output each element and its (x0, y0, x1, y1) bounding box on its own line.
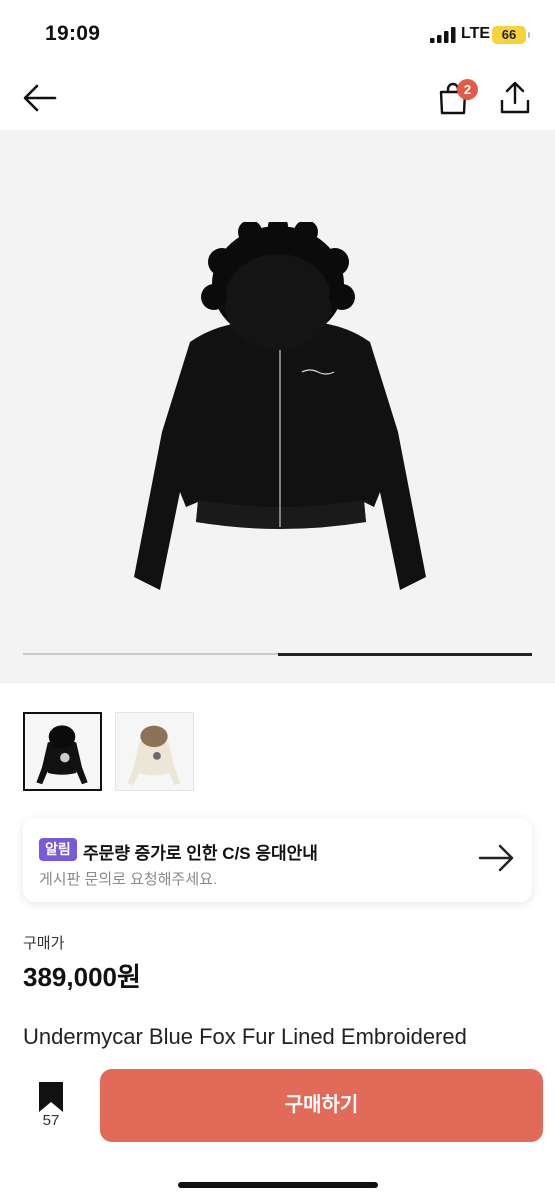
share-icon[interactable] (499, 81, 531, 115)
battery-indicator: 66 (492, 26, 530, 44)
product-title: Undermycar Blue Fox Fur Lined Embroidere… (23, 1024, 467, 1049)
status-time: 19:09 (45, 22, 101, 45)
buy-button[interactable]: 구매하기 (100, 1069, 543, 1142)
thumbnail-cream-jacket[interactable] (115, 712, 194, 791)
network-label: LTE (461, 25, 491, 42)
status-bar: 19:09 LTE 66 (0, 0, 555, 66)
bookmark-count: 57 (42, 1112, 60, 1129)
bottom-action-bar: 57 구매하기 (0, 1056, 555, 1200)
product-image (134, 222, 426, 590)
price-label: 구매가 (23, 935, 65, 952)
gallery-progress-fill (277, 652, 532, 656)
jacket-thumbnail-image (116, 713, 193, 790)
jacket-thumbnail-image (25, 714, 100, 789)
gallery-progress-bar (23, 652, 532, 656)
home-indicator (178, 1182, 378, 1188)
cart-count-badge: 2 (457, 79, 478, 100)
signal-icon (430, 27, 456, 43)
notice-title: 주문량 증가로 인한 C/S 응대안내 (83, 844, 318, 863)
top-nav: 2 (0, 66, 555, 130)
arrow-left-icon[interactable] (22, 82, 58, 114)
notice-card[interactable]: 알림 주문량 증가로 인한 C/S 응대안내 게시판 문의로 요청해주세요. (23, 818, 532, 902)
bookmark-icon[interactable] (36, 1080, 66, 1114)
notice-subtitle: 게시판 문의로 요청해주세요. (39, 871, 218, 888)
price-value: 389,000원 (23, 962, 141, 992)
arrow-right-icon (478, 844, 514, 872)
thumbnail-black-jacket[interactable] (23, 712, 102, 791)
notice-tag: 알림 (39, 838, 77, 861)
product-image-gallery[interactable] (0, 130, 555, 683)
